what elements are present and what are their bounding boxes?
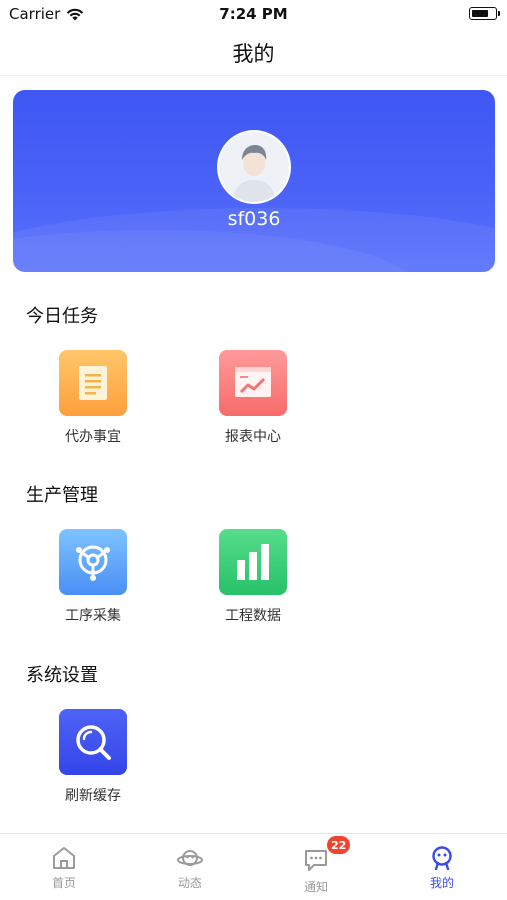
section-title-settings: 系统设置	[26, 665, 98, 686]
battery-icon	[469, 7, 500, 20]
profile-card[interactable]: sf036	[13, 90, 495, 272]
menu-item-refresh-cache[interactable]: 刷新缓存	[33, 709, 153, 809]
page-title: 我的	[232, 42, 275, 66]
report-chart-icon	[219, 350, 287, 416]
menu-item-label: 工序采集	[65, 608, 121, 624]
menu-item-process-collection[interactable]: 工序采集	[33, 529, 153, 629]
tab-label: 动态	[177, 876, 202, 890]
tab-home[interactable]: 首页	[1, 834, 127, 900]
bar-chart-icon	[219, 529, 287, 595]
tab-label: 首页	[51, 876, 76, 890]
username: sf036	[227, 208, 281, 230]
avatar[interactable]	[217, 130, 291, 204]
notification-badge: 22	[326, 835, 352, 855]
tab-activity[interactable]: 动态	[127, 834, 253, 900]
status-bar: Carrier 7:24 PM	[0, 0, 507, 28]
message-icon	[305, 850, 327, 871]
menu-item-engineering-data[interactable]: 工程数据	[193, 529, 313, 629]
menu-item-label: 刷新缓存	[65, 788, 121, 804]
tab-profile[interactable]: 我的	[379, 834, 505, 900]
search-icon	[59, 709, 127, 775]
document-icon	[59, 350, 127, 416]
home-icon	[53, 847, 75, 869]
tab-notifications[interactable]: 通知	[253, 834, 379, 900]
status-time: 7:24 PM	[219, 5, 288, 23]
menu-item-label: 工程数据	[225, 608, 281, 624]
navigation-bar: 我的	[0, 28, 507, 76]
section-title-today: 今日任务	[26, 306, 98, 327]
section-title-production: 生产管理	[26, 485, 98, 506]
tab-bar: 首页 动态 通知 我的	[0, 833, 507, 900]
battery-level	[471, 9, 488, 17]
menu-item-reports[interactable]: 报表中心	[193, 350, 313, 450]
planet-icon	[177, 850, 203, 866]
process-node-icon	[59, 529, 127, 595]
menu-item-label: 报表中心	[225, 429, 281, 445]
tab-label: 通知	[303, 880, 328, 894]
profile-icon	[432, 846, 452, 870]
menu-item-label: 代办事宜	[65, 429, 121, 445]
tab-label: 我的	[429, 876, 454, 890]
menu-item-todo[interactable]: 代办事宜	[33, 350, 153, 450]
user-avatar-icon	[219, 132, 289, 202]
